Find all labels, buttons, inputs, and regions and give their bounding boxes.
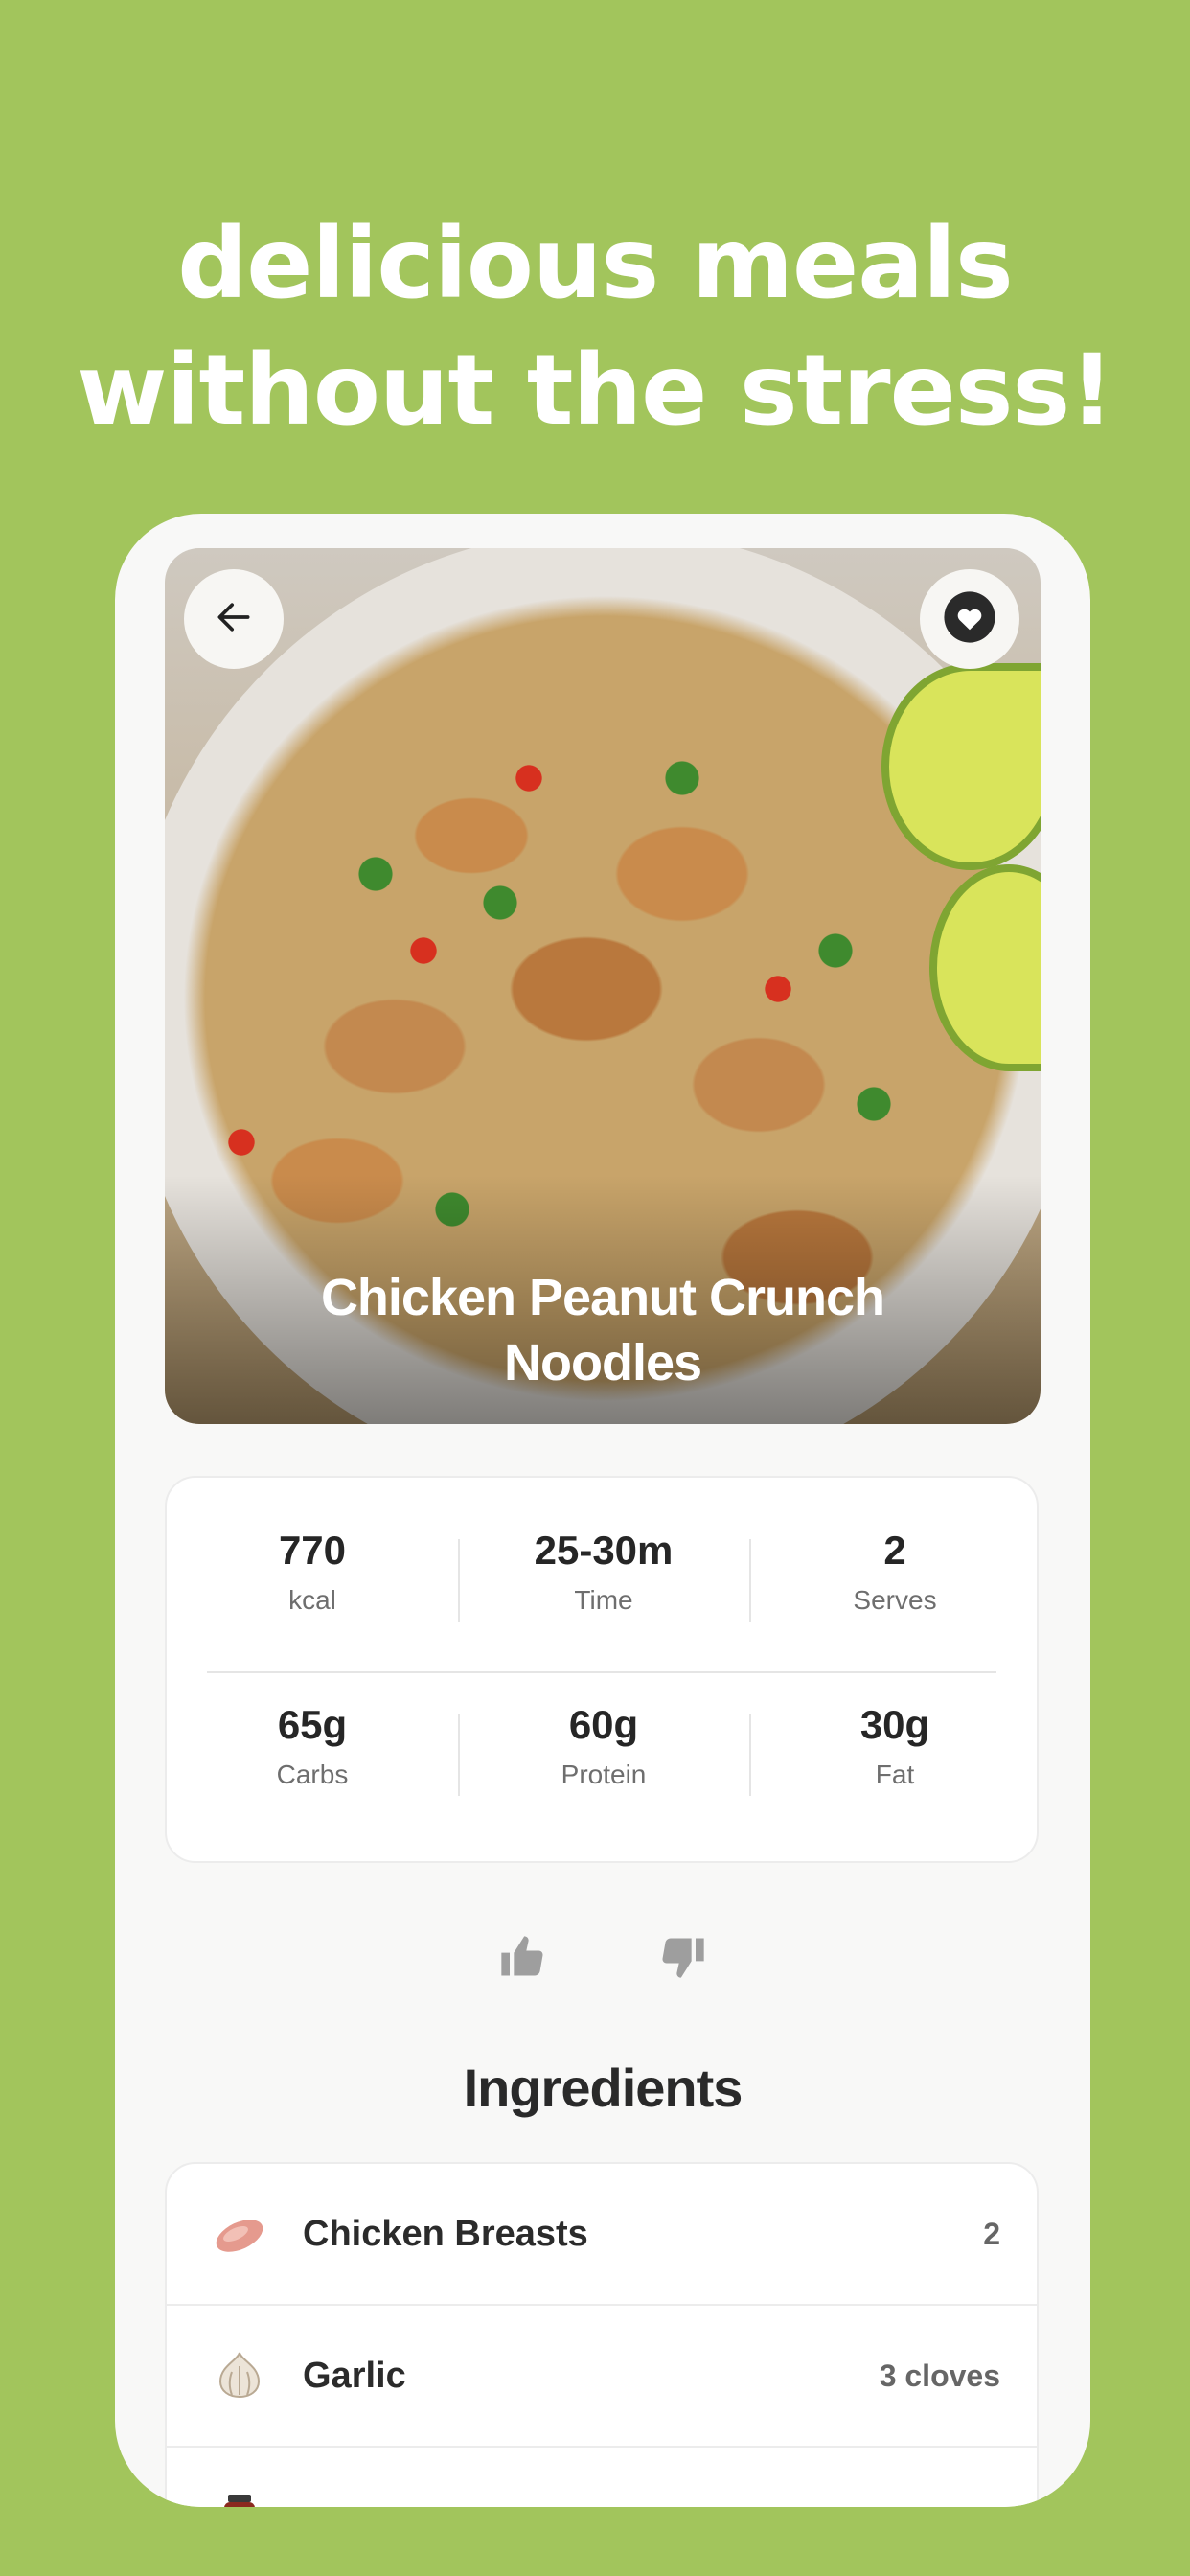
stat-time: 25-30m Time <box>458 1526 749 1669</box>
ingredient-row[interactable]: Garlic 3 cloves <box>167 2306 1037 2448</box>
ingredient-quantity: 3 cloves <box>879 2358 1000 2393</box>
ingredient-name: Garlic <box>303 2355 406 2396</box>
heart-icon <box>942 589 997 650</box>
dislike-button[interactable] <box>656 1932 710 1986</box>
stat-label: Carbs <box>276 1760 349 1789</box>
stat-label: Protein <box>561 1760 647 1789</box>
garlic-icon <box>211 2347 268 2404</box>
stat-label: Serves <box>853 1585 937 1615</box>
stat-label: Time <box>574 1585 633 1615</box>
chicken-icon <box>211 2205 268 2263</box>
arrow-left-icon <box>213 596 255 643</box>
stat-label: Fat <box>875 1760 915 1789</box>
recipe-hero-image: Chicken Peanut Crunch Noodles <box>165 548 1041 1424</box>
stats-row: 65g Carbs 60g Protein 30g Fat <box>167 1700 1041 1844</box>
stat-kcal: 770 kcal <box>167 1526 458 1669</box>
thumbs-up-icon <box>497 1932 547 1987</box>
marketing-headline: delicious meals without the stress! <box>0 201 1190 454</box>
ingredient-name: Chicken Breasts <box>303 2213 588 2254</box>
headline-line-2: without the stress! <box>77 334 1113 448</box>
stat-value: 60g <box>568 1702 639 1747</box>
headline-line-1: delicious meals <box>177 207 1013 321</box>
stat-value: 30g <box>859 1702 930 1747</box>
stat-value: 65g <box>277 1702 348 1747</box>
rating-buttons <box>115 1932 1090 2009</box>
stat-value: 25-30m <box>534 1528 674 1573</box>
stat-label: kcal <box>288 1585 336 1615</box>
ingredient-row[interactable]: Chicken Breasts 2 <box>167 2164 1037 2306</box>
nutrition-card: 770 kcal 25-30m Time 2 Serves 65g Carbs … <box>165 1476 1039 1863</box>
like-button[interactable] <box>495 1932 549 1986</box>
stats-row: 770 kcal 25-30m Time 2 Serves <box>167 1526 1041 1669</box>
ingredient-row[interactable] <box>167 2448 1037 2507</box>
ingredient-quantity: 2 <box>983 2216 1000 2251</box>
favorite-button[interactable] <box>920 569 1019 669</box>
stats-divider <box>207 1671 996 1673</box>
stat-protein: 60g Protein <box>458 1700 749 1844</box>
stat-value: 770 <box>278 1528 347 1573</box>
stat-carbs: 65g Carbs <box>167 1700 458 1844</box>
recipe-title-line-1: Chicken Peanut Crunch <box>320 1269 885 1326</box>
thumbs-down-icon <box>658 1932 708 1987</box>
ingredients-heading: Ingredients <box>463 2058 744 2118</box>
ingredients-list: Chicken Breasts 2 Garlic 3 cloves <box>165 2162 1039 2507</box>
jar-icon <box>211 2489 268 2507</box>
stat-fat: 30g Fat <box>749 1700 1041 1844</box>
stat-serves: 2 Serves <box>749 1526 1041 1669</box>
back-button[interactable] <box>184 569 284 669</box>
recipe-title: Chicken Peanut Crunch Noodles <box>203 1265 1002 1395</box>
phone-screen: Chicken Peanut Crunch Noodles 770 kcal 2… <box>115 514 1090 2507</box>
stat-value: 2 <box>883 1528 906 1573</box>
recipe-title-line-2: Noodles <box>503 1334 702 1392</box>
